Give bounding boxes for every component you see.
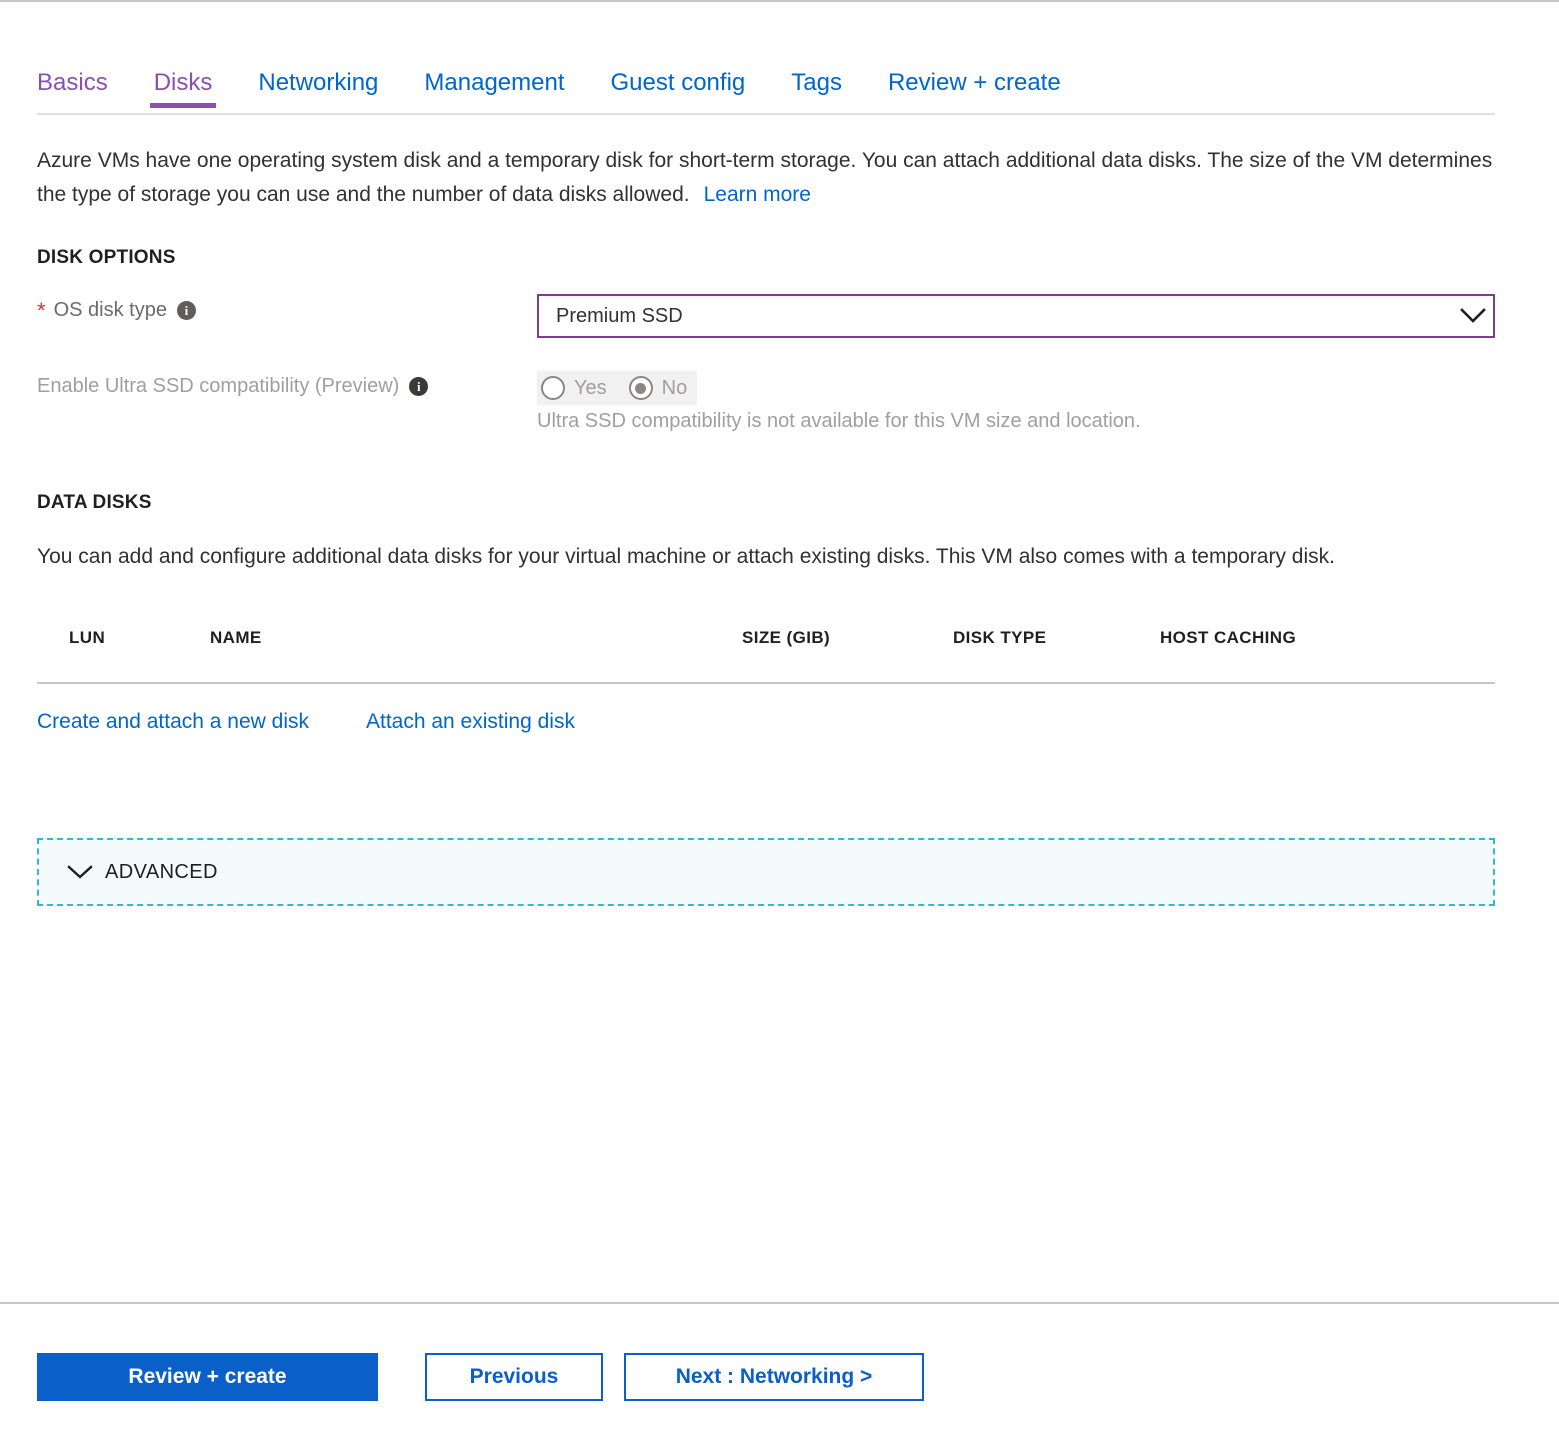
ultra-ssd-label: Enable Ultra SSD compatibility (Preview)… [37,375,429,398]
disk-options-heading: DISK OPTIONS [37,247,176,268]
data-disk-actions: Create and attach a new disk Attach an e… [37,710,575,734]
radio-unselected-icon [541,376,565,400]
top-divider [0,0,1559,2]
required-asterisk: * [37,297,46,323]
review-create-button[interactable]: Review + create [37,1353,378,1401]
column-header-lun: LUN [69,628,106,647]
ultra-ssd-radio-group: Yes No [537,371,698,405]
chevron-down-icon [63,865,97,879]
ultra-ssd-hint: Ultra SSD compatibility is not available… [537,410,1141,432]
tab-guest-config[interactable]: Guest config [611,68,746,114]
table-header-divider [37,682,1495,684]
advanced-section-toggle[interactable]: ADVANCED [37,838,1495,906]
ultra-ssd-radio-no-label: No [661,376,688,399]
os-disk-type-dropdown[interactable]: Premium SSD [537,294,1495,338]
previous-button[interactable]: Previous [425,1353,603,1401]
tab-networking[interactable]: Networking [258,68,378,114]
column-header-host-caching: HOST CACHING [1160,628,1297,647]
wizard-tab-bar: Basics Disks Networking Management Guest… [37,52,1107,114]
os-disk-type-label-text: OS disk type [53,299,167,321]
chevron-down-icon [1453,308,1493,324]
column-header-name: NAME [210,628,262,647]
create-and-attach-new-disk-link[interactable]: Create and attach a new disk [37,710,309,734]
column-header-size: SIZE (GIB) [742,628,831,647]
data-disks-table: LUN NAME SIZE (GIB) DISK TYPE HOST CACHI… [37,628,1495,684]
data-disks-heading: DATA DISKS [37,492,152,513]
tab-review-create[interactable]: Review + create [888,68,1061,114]
ultra-ssd-label-text: Enable Ultra SSD compatibility (Preview) [37,375,400,397]
column-header-disk-type: DISK TYPE [953,628,1047,647]
advanced-label: ADVANCED [105,860,218,883]
tab-basics[interactable]: Basics [37,68,108,114]
info-icon[interactable]: i [176,301,196,320]
table-header-row: LUN NAME SIZE (GIB) DISK TYPE HOST CACHI… [37,628,1495,676]
intro-paragraph: Azure VMs have one operating system disk… [37,144,1499,212]
ultra-ssd-radio-no[interactable]: No [628,376,688,400]
radio-selected-icon [628,376,653,400]
tab-disks[interactable]: Disks [149,68,217,114]
os-disk-type-value: Premium SSD [556,304,683,327]
attach-existing-disk-link[interactable]: Attach an existing disk [366,710,575,734]
data-disks-description: You can add and configure additional dat… [37,545,1335,568]
tab-tags[interactable]: Tags [791,68,842,114]
learn-more-link[interactable]: Learn more [704,183,811,206]
ultra-ssd-radio-yes-label: Yes [574,376,607,399]
footer-divider [0,1302,1559,1304]
info-icon[interactable]: i [409,377,429,396]
tab-management[interactable]: Management [424,68,564,114]
wizard-footer: Review + create Previous Next : Networki… [37,1353,924,1401]
next-networking-button[interactable]: Next : Networking > [624,1353,924,1401]
os-disk-type-label: * OS disk type i [37,299,196,322]
tab-bar-underline [37,113,1495,115]
ultra-ssd-radio-yes[interactable]: Yes [541,376,607,400]
